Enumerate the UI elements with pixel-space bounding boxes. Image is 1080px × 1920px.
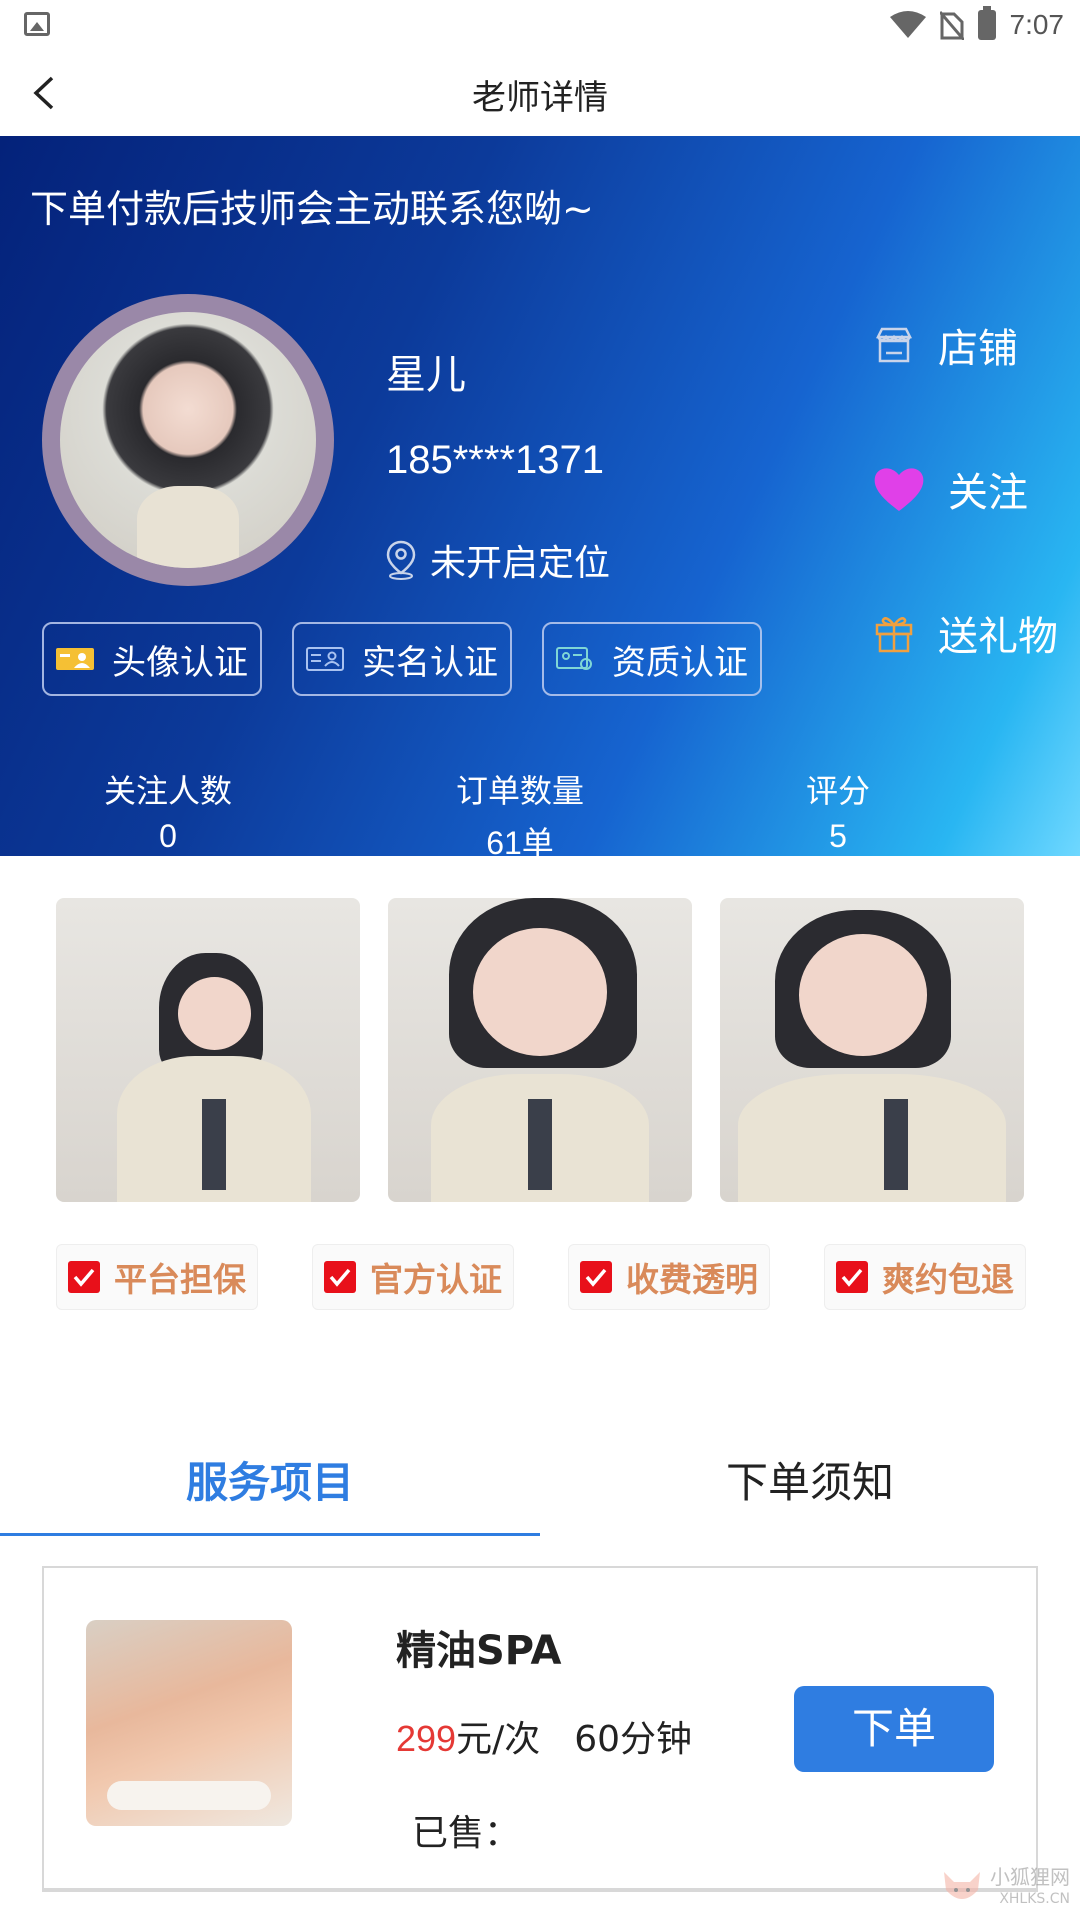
avatar[interactable] xyxy=(60,312,316,568)
guarantee-label: 爽约包退 xyxy=(882,1260,1014,1299)
send-gift-label: 送礼物 xyxy=(938,614,1058,660)
fox-logo-icon xyxy=(944,1872,980,1899)
guarantee-label: 收费透明 xyxy=(626,1260,758,1299)
service-price: 299 xyxy=(396,1718,457,1759)
badge-avatar-label: 头像认证 xyxy=(112,642,248,683)
follow-button[interactable]: 关注 xyxy=(872,460,1028,518)
stat-orders-value: 61单 xyxy=(486,825,554,861)
profile-name: 星儿 xyxy=(386,352,466,398)
battery-icon xyxy=(977,6,996,40)
checkbox-checked-icon xyxy=(836,1261,868,1293)
service-price-unit: 元/次 xyxy=(456,1719,541,1760)
service-name: 精油SPA xyxy=(396,1628,562,1674)
no-sim-icon xyxy=(939,11,964,40)
tab-bar: 服务项目 下单须知 xyxy=(0,1430,1080,1536)
status-icons: 7:07 xyxy=(889,6,1065,44)
service-sold: 已售： xyxy=(412,1813,521,1854)
page-title: 老师详情 xyxy=(472,78,608,118)
heart-icon xyxy=(874,468,924,511)
gift-icon xyxy=(875,617,913,653)
watermark-title: 小狐狸网 xyxy=(990,1865,1070,1889)
guarantee-tag: 收费透明 xyxy=(568,1244,770,1310)
guarantee-tag: 官方认证 xyxy=(312,1244,514,1310)
certificate-icon xyxy=(556,647,592,670)
guarantee-tag: 平台担保 xyxy=(56,1244,258,1310)
verification-badges: 头像认证 实名认证 资质认证 xyxy=(42,622,762,696)
guarantee-label: 官方认证 xyxy=(370,1260,502,1299)
service-card[interactable]: 精油SPA 299元/次 60分钟 已售： 下单 xyxy=(42,1566,1038,1892)
send-gift-button[interactable]: 送礼物 xyxy=(872,604,1058,662)
guarantee-tags: 平台担保 官方认证 收费透明 爽约包退 xyxy=(56,1244,1026,1310)
shop-button[interactable]: 店铺 xyxy=(872,316,1018,374)
stat-rating-value: 5 xyxy=(829,818,847,854)
location-pin-icon xyxy=(386,540,416,580)
gallery-photo[interactable] xyxy=(388,898,692,1202)
service-price-row: 299元/次 60分钟 xyxy=(396,1710,692,1762)
checkbox-checked-icon xyxy=(580,1261,612,1293)
checkbox-checked-icon xyxy=(324,1261,356,1293)
stats-row: 关注人数 0 订单数量 61单 评分 5 xyxy=(0,766,1080,861)
stat-followers-value: 0 xyxy=(159,818,177,854)
stat-orders-label: 订单数量 xyxy=(455,772,584,810)
watermark-subtitle: XHLKS.CN xyxy=(999,1891,1070,1907)
profile-phone: 185****1371 xyxy=(386,438,604,482)
photo-gallery xyxy=(56,898,1024,1202)
status-time: 7:07 xyxy=(1009,9,1065,40)
tab-services[interactable]: 服务项目 xyxy=(0,1430,540,1536)
badge-avatar-verified[interactable]: 头像认证 xyxy=(42,622,262,696)
status-bar: 7:07 xyxy=(0,0,1080,50)
stat-orders: 订单数量 61单 xyxy=(420,766,620,864)
badge-real-name[interactable]: 实名认证 xyxy=(292,622,512,696)
checkbox-checked-icon xyxy=(68,1261,100,1293)
stat-rating-label: 评分 xyxy=(805,772,870,810)
location-status: 未开启定位 xyxy=(384,534,610,586)
gallery-photo[interactable] xyxy=(56,898,360,1202)
avatar-verify-icon xyxy=(56,648,94,670)
stat-followers-label: 关注人数 xyxy=(103,772,232,810)
gallery-photo[interactable] xyxy=(720,898,1024,1202)
avatar-ring xyxy=(42,294,334,586)
watermark-text: 小狐狸网 XHLKS.CN xyxy=(990,1866,1070,1910)
image-notification-icon xyxy=(24,12,50,36)
tab-order-notice[interactable]: 下单须知 xyxy=(540,1430,1080,1536)
shop-icon xyxy=(875,327,913,363)
guarantee-label: 平台担保 xyxy=(114,1260,246,1299)
guarantee-tag: 爽约包退 xyxy=(824,1244,1026,1310)
watermark: 小狐狸网 XHLKS.CN xyxy=(940,1866,1070,1910)
badge-real-name-label: 实名认证 xyxy=(362,642,498,683)
stat-followers: 关注人数 0 xyxy=(68,766,268,855)
stat-rating: 评分 5 xyxy=(738,766,938,855)
service-duration: 60分钟 xyxy=(574,1719,693,1760)
order-button[interactable]: 下单 xyxy=(794,1686,994,1772)
location-text: 未开启定位 xyxy=(430,543,611,584)
profile-hero: 下单付款后技师会主动联系您呦~ 星儿 185****1371 未开启定位 店铺 … xyxy=(0,136,1080,861)
header: 老师详情 xyxy=(0,50,1080,136)
wifi-icon xyxy=(889,11,926,38)
order-notice: 下单付款后技师会主动联系您呦~ xyxy=(30,187,594,231)
follow-label: 关注 xyxy=(948,470,1028,516)
id-card-icon xyxy=(306,647,344,671)
badge-qualification-label: 资质认证 xyxy=(612,642,748,683)
shop-label: 店铺 xyxy=(938,326,1018,372)
badge-qualification[interactable]: 资质认证 xyxy=(542,622,762,696)
service-thumbnail xyxy=(86,1620,292,1826)
